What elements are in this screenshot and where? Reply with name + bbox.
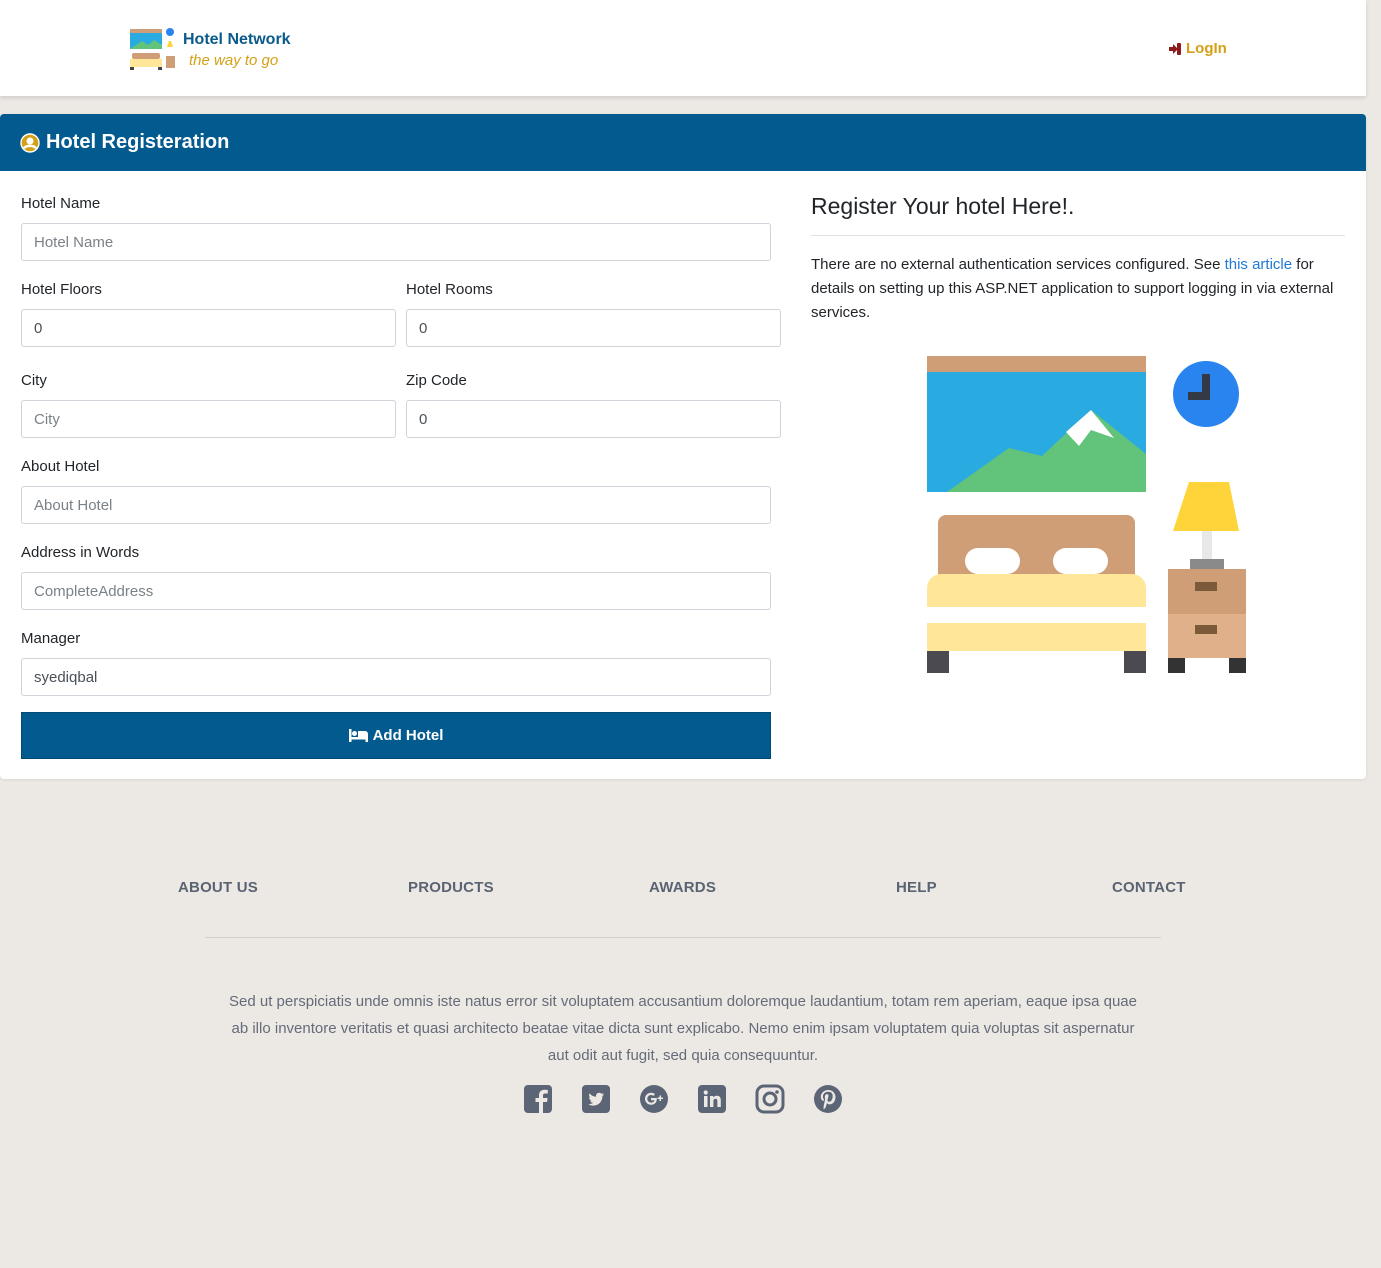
brand-title[interactable]: Hotel Network: [183, 31, 291, 49]
footer-nav: ABOUT US PRODUCTS AWARDS HELP CONTACT: [0, 879, 1366, 899]
google-plus-icon[interactable]: [639, 1084, 669, 1114]
twitter-icon[interactable]: [581, 1084, 611, 1114]
card-header: Hotel Registeration: [0, 114, 1366, 171]
about-hotel-label: About Hotel: [21, 458, 100, 475]
card-title: Hotel Registeration: [46, 131, 230, 153]
facebook-icon[interactable]: [523, 1084, 553, 1114]
add-hotel-label: Add Hotel: [372, 727, 444, 744]
footer-link-help[interactable]: HELP: [896, 879, 937, 896]
hotel-name-label: Hotel Name: [21, 195, 101, 212]
footer-link-contact[interactable]: CONTACT: [1112, 879, 1186, 896]
manager-label: Manager: [21, 630, 81, 647]
manager-input[interactable]: [21, 658, 771, 696]
article-link[interactable]: this article: [1225, 256, 1293, 273]
footer-link-awards[interactable]: AWARDS: [649, 879, 716, 896]
login-label: LogIn: [1186, 40, 1227, 57]
about-hotel-input[interactable]: [21, 486, 771, 524]
side-divider: [811, 235, 1345, 236]
zip-code-input[interactable]: [406, 400, 781, 438]
add-hotel-button[interactable]: Add Hotel: [21, 712, 771, 759]
instagram-icon[interactable]: [755, 1084, 785, 1114]
sign-in-icon: [1169, 42, 1181, 55]
social-links: [0, 1084, 1366, 1116]
hotel-room-illustration: [927, 356, 1246, 673]
hotel-rooms-input[interactable]: [406, 309, 781, 347]
hotel-floors-label: Hotel Floors: [21, 281, 102, 298]
address-input[interactable]: [21, 572, 771, 610]
linkedin-icon[interactable]: [697, 1084, 727, 1114]
login-link[interactable]: LogIn: [1168, 40, 1227, 57]
footer-divider: [205, 937, 1161, 938]
hotel-logo-icon[interactable]: [128, 27, 178, 71]
user-circle-icon: [20, 132, 40, 153]
side-text-before: There are no external authentication ser…: [811, 256, 1225, 273]
registration-card: Hotel Registeration Hotel Name Hotel Flo…: [0, 114, 1366, 779]
footer-link-products[interactable]: PRODUCTS: [408, 879, 494, 896]
pinterest-icon[interactable]: [813, 1084, 843, 1114]
brand-tagline: the way to go: [189, 52, 279, 69]
address-label: Address in Words: [21, 544, 140, 561]
footer-text: Sed ut perspiciatis unde omnis iste natu…: [229, 993, 1137, 1064]
city-label: City: [21, 372, 47, 389]
side-title: Register Your hotel Here!.: [811, 193, 1075, 219]
navbar: Hotel Network the way to go LogIn: [0, 0, 1366, 96]
hotel-floors-input[interactable]: [21, 309, 396, 347]
city-input[interactable]: [21, 400, 396, 438]
bed-icon: [348, 729, 368, 742]
hotel-rooms-label: Hotel Rooms: [406, 281, 493, 298]
zip-code-label: Zip Code: [406, 372, 467, 389]
hotel-name-input[interactable]: [21, 223, 771, 261]
side-description: There are no external authentication ser…: [811, 253, 1345, 325]
footer-link-about-us[interactable]: ABOUT US: [178, 879, 258, 896]
